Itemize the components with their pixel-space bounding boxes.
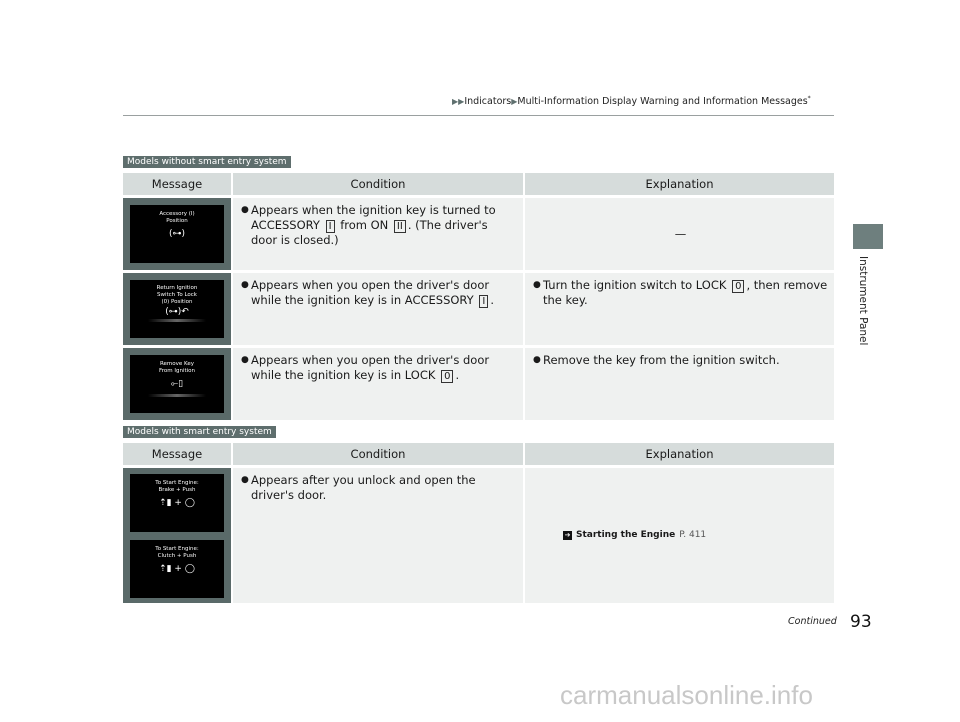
column-header-explanation: Explanation <box>525 173 834 195</box>
screen-text: To Start Engine: <box>155 479 199 486</box>
key-in-ignition-icon: (⊶) <box>168 229 186 239</box>
ignition-position-key: 0 <box>732 280 745 293</box>
bullet-item: ● Remove the key from the ignition switc… <box>533 353 828 368</box>
condition-cell: ● Appears when you open the driver's doo… <box>233 348 523 420</box>
ignition-position-key: I <box>325 220 335 233</box>
explanation-cell: — <box>525 198 834 270</box>
screen-text: Remove Key <box>159 361 195 367</box>
key-remove-icon: ⟜▯ <box>170 379 184 389</box>
brake-push-icon: ⇡▮ + ◯ <box>159 497 195 508</box>
message-cell: To Start Engine: Brake + Push ⇡▮ + ◯ To … <box>123 468 231 603</box>
screen-text: Brake + Push <box>158 486 196 493</box>
column-header-message: Message <box>123 443 231 465</box>
section-tab-marker <box>853 224 883 249</box>
condition-cell: ● Appears when the ignition key is turne… <box>233 198 523 270</box>
display-screen-remove-key: Remove Key From Ignition ⟜▯ <box>130 355 224 413</box>
screen-glow <box>148 319 206 322</box>
breadcrumb-item[interactable]: Multi-Information Display Warning and In… <box>517 96 807 107</box>
ignition-position-key: II <box>393 220 406 233</box>
display-screen-clutch-push: To Start Engine: Clutch + Push ⇡▮ + ◯ <box>130 539 224 598</box>
message-cell: Remove Key From Ignition ⟜▯ <box>123 348 231 420</box>
explanation-text: Turn the ignition switch to LOCK 0, then… <box>543 278 828 308</box>
continued-label: Continued <box>788 616 837 627</box>
message-cell: Accessory (I) Position (⊶) <box>123 198 231 270</box>
screen-text: (0) Position <box>161 299 193 305</box>
messages-table-with-smart-entry: Message Condition Explanation To Start E… <box>123 443 834 603</box>
bullet-item: ● Appears when you open the driver's doo… <box>241 278 517 308</box>
condition-text: Appears when the ignition key is turned … <box>251 203 517 248</box>
bullet-item: ● Appears when the ignition key is turne… <box>241 203 517 248</box>
column-header-explanation: Explanation <box>525 443 834 465</box>
section-tag-with-smart-entry: Models with smart entry system <box>123 426 276 438</box>
screen-text: From Ignition <box>158 368 196 374</box>
header-rule <box>123 115 834 116</box>
screen-text: Position <box>166 218 188 224</box>
message-cell: Return Ignition Switch To Lock (0) Posit… <box>123 273 231 345</box>
table-header: Message Condition Explanation <box>123 173 834 195</box>
table-row: Remove Key From Ignition ⟜▯ ● Appears wh… <box>123 348 834 420</box>
cross-reference-arrow-icon: ➔ <box>563 531 572 540</box>
explanation-text: Remove the key from the ignition switch. <box>543 353 780 367</box>
condition-cell: ● Appears after you unlock and open the … <box>233 468 523 603</box>
column-header-condition: Condition <box>233 173 523 195</box>
text: . <box>490 293 494 307</box>
table-row: To Start Engine: Brake + Push ⇡▮ + ◯ To … <box>123 468 834 603</box>
screen-text: Accessory (I) <box>159 211 195 217</box>
key-turn-icon: (⊶)↶ <box>165 307 189 317</box>
watermark: carmanualsonline.info <box>560 680 813 710</box>
explanation-cell: ● Remove the key from the ignition switc… <box>525 348 834 420</box>
explanation-none: — <box>674 226 687 241</box>
display-screen-accessory-position: Accessory (I) Position (⊶) <box>130 205 224 263</box>
table-row: Return Ignition Switch To Lock (0) Posit… <box>123 273 834 345</box>
explanation-cell: ● Turn the ignition switch to LOCK 0, th… <box>525 273 834 345</box>
breadcrumb-arrow-icon: ▶▶ <box>452 97 465 107</box>
display-screen-brake-push: To Start Engine: Brake + Push ⇡▮ + ◯ <box>130 473 224 532</box>
bullet-icon: ● <box>241 355 249 365</box>
bullet-icon: ● <box>241 280 249 290</box>
screen-text: Switch To Lock <box>156 292 197 298</box>
display-screen-return-ignition: Return Ignition Switch To Lock (0) Posit… <box>130 280 224 338</box>
condition-cell: ● Appears when you open the driver's doo… <box>233 273 523 345</box>
bullet-item: ● Appears after you unlock and open the … <box>241 473 517 503</box>
ignition-position-key: I <box>479 295 489 308</box>
column-header-condition: Condition <box>233 443 523 465</box>
condition-text: Appears when you open the driver's door … <box>251 353 517 383</box>
bullet-icon: ● <box>533 280 541 290</box>
reference-page[interactable]: P. 411 <box>679 528 706 543</box>
ignition-position-key: 0 <box>441 370 454 383</box>
text: from ON <box>340 218 389 232</box>
screen-text: To Start Engine: <box>155 545 199 552</box>
text: . <box>455 368 460 382</box>
section-side-label: Instrument Panel <box>857 256 869 346</box>
bullet-icon: ● <box>241 475 249 485</box>
cross-reference-link[interactable]: ➔ Starting the Engine P. 411 <box>563 528 706 543</box>
reference-title[interactable]: Starting the Engine <box>576 528 675 543</box>
messages-table-without-smart-entry: Message Condition Explanation Accessory … <box>123 173 834 420</box>
footnote-mark: * <box>807 95 811 102</box>
condition-text: Appears after you unlock and open the dr… <box>251 473 476 502</box>
bullet-icon: ● <box>533 355 541 365</box>
section-tag-without-smart-entry: Models without smart entry system <box>123 156 291 168</box>
breadcrumb: ▶▶Indicators▶Multi-Information Display W… <box>452 95 811 107</box>
breadcrumb-item[interactable]: Indicators <box>464 96 511 107</box>
text: Appears when you open the driver's door … <box>251 278 490 307</box>
column-header-message: Message <box>123 173 231 195</box>
table-row: Accessory (I) Position (⊶) ● Appears whe… <box>123 198 834 270</box>
page-number: 93 <box>850 612 872 632</box>
condition-text: Appears when you open the driver's door … <box>251 278 517 308</box>
bullet-item: ● Appears when you open the driver's doo… <box>241 353 517 383</box>
screen-text: Return Ignition <box>156 285 198 291</box>
text: Turn the ignition switch to LOCK <box>543 278 727 292</box>
bullet-item: ● Turn the ignition switch to LOCK 0, th… <box>533 278 828 308</box>
bullet-icon: ● <box>241 205 249 215</box>
clutch-push-icon: ⇡▮ + ◯ <box>159 563 195 574</box>
screen-text: Clutch + Push <box>157 552 197 559</box>
table-header: Message Condition Explanation <box>123 443 834 465</box>
screen-glow <box>148 394 206 397</box>
explanation-cell: ➔ Starting the Engine P. 411 <box>525 468 834 603</box>
